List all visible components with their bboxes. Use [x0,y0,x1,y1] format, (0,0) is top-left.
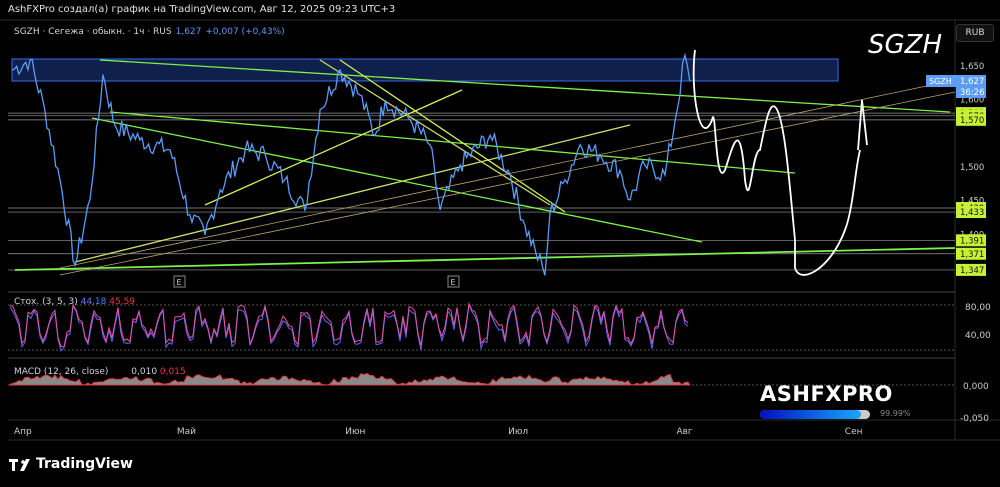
time-axis-tick: Сен [845,427,863,437]
level-price-label: 1,347 [960,266,984,276]
currency-button[interactable]: RUB [956,24,994,42]
stoch-tick: 40,00 [965,331,991,341]
symbol-legend[interactable]: SGZH · Сегежа · обыкн. · 1ч · RUS 1,627 +0… [14,27,285,37]
price-change: +0,007 (+0,43%) [205,27,285,37]
svg-text:36:26: 36:26 [960,88,985,98]
symbol-watermark: SGZH [868,30,943,60]
brand-progress-bar [760,410,870,419]
macd-tick: -0,050 [960,414,989,424]
macd-label: MACD (12, 26, close) [14,367,109,377]
level-price-label: 1,371 [960,250,984,260]
chart-caption: AshFXPro создал(а) график на TradingView… [8,4,396,15]
time-axis-tick: Июл [508,427,528,437]
time-axis-tick: Апр [14,427,32,437]
stoch-k-value: 44,18 [80,297,107,307]
time-axis-tick: Авг [676,427,692,437]
stoch-label: Стох. (3, 5, 3) [14,297,78,307]
symbol-title: SGZH · Сегежа · обыкн. · 1ч · RUS [14,27,172,37]
price-axis-tick: 1,500 [960,163,984,173]
price-axis-tick: 1,650 [960,62,984,72]
stoch-legend[interactable]: Стох. (3, 5, 3) 44,18 45,59 [14,297,135,307]
macd-signal-value: 0,015 [159,367,186,377]
last-price: 1,627 [175,27,202,37]
svg-text:E: E [177,278,182,287]
stoch-d-value: 45,59 [109,297,136,307]
svg-text:1,627: 1,627 [960,77,984,87]
time-axis-tick: Июн [345,427,365,437]
time-axis-tick: Май [177,427,196,437]
level-price-label: 1,391 [960,236,984,246]
level-price-label: 1,433 [960,208,984,218]
level-price-label: 1,570 [960,116,984,126]
brand-progress-label: 99.99% [880,409,911,418]
brand-watermark: ASHFXPRO [760,382,893,406]
stoch-tick: 80,00 [965,303,991,313]
svg-text:SGZH: SGZH [929,77,952,86]
macd-value: 0,010 [131,367,158,377]
macd-legend[interactable]: MACD (12, 26, close) 0,010 0,015 [14,367,186,377]
macd-tick: 0,000 [963,382,989,392]
tradingview-logo[interactable]: TradingView [36,456,133,472]
svg-text:E: E [451,278,456,287]
